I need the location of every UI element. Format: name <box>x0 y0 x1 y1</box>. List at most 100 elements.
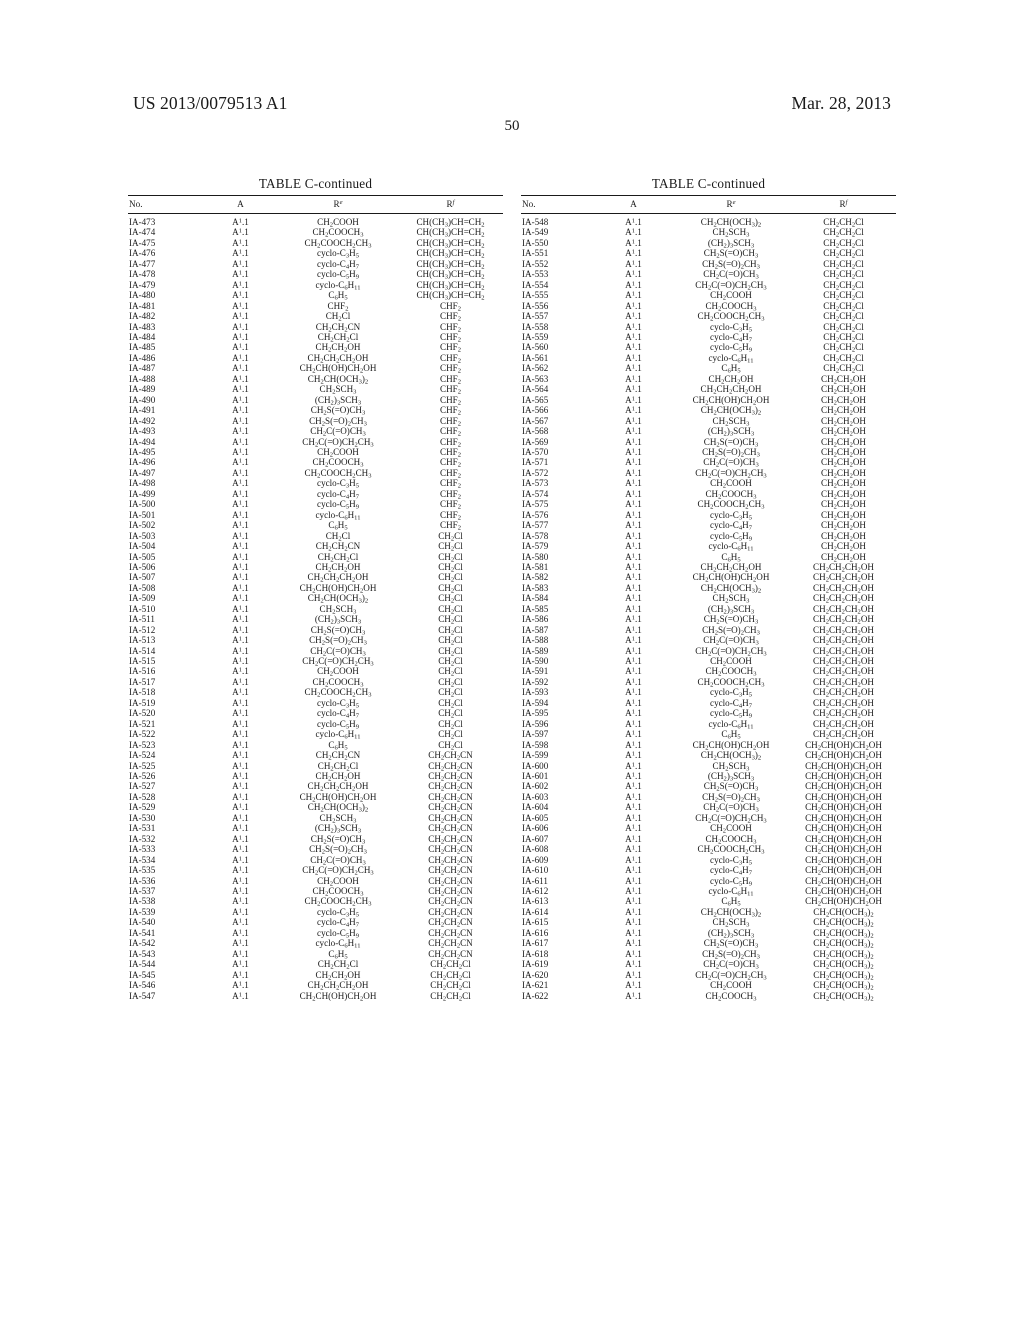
cell-re-group: CH2CH(OH)CH2OH <box>299 582 377 595</box>
cell-rf-group: CH2Cl <box>438 656 463 668</box>
table-row: IA-558 A1.1 cyclo-C3H5 CH2CH2Cl <box>521 321 896 334</box>
cell-a-group: A1.1 <box>232 729 249 740</box>
cell-re-group: CH2C(=O)CH3 <box>310 854 366 867</box>
cell-rf-group: CH2CH2CN <box>428 896 473 909</box>
cell-compound-no: IA-564 <box>522 384 549 395</box>
cell-re-group: CH2C(=O)CH2CH3 <box>695 279 767 292</box>
cell-rf-group: CHF2 <box>440 342 461 355</box>
cell-a-group: A1.1 <box>625 488 642 499</box>
cell-a-group: A1.1 <box>625 561 642 572</box>
cell-rf-group: CH(CH3)CH=CH2 <box>416 258 485 271</box>
header-row: No. A Re Rf <box>128 195 503 214</box>
cell-re-group: CH2C(=O)CH2CH3 <box>695 812 767 825</box>
cell-re-group: cyclo-C6H11 <box>315 938 361 950</box>
cell-re-group: CH2CH(OH)CH2OH <box>299 791 377 804</box>
cell-compound-no: IA-607 <box>522 833 549 844</box>
cell-a-group: A1.1 <box>232 875 249 886</box>
cell-compound-no: IA-487 <box>129 363 156 374</box>
page-number: 50 <box>504 118 520 134</box>
table-c-right: No. A Re Rf IA-548 A1.1 CH2CH(OCH3)2 CH2CH2… <box>521 195 896 1002</box>
cell-rf-group: CH2CH2CH2OH <box>813 624 874 637</box>
cell-re-group: C6H5 <box>328 290 348 302</box>
cell-compound-no: IA-549 <box>522 227 549 238</box>
cell-re-group: CH2COOH <box>710 980 752 992</box>
cell-compound-no: IA-584 <box>522 593 549 604</box>
col-header-a: A <box>596 195 671 214</box>
cell-rf-group: CH2CH2CN <box>428 750 473 762</box>
cell-a-group: A1.1 <box>625 279 642 290</box>
cell-rf-group: CH2CH2CN <box>428 917 473 929</box>
cell-a-group: A1.1 <box>232 771 249 782</box>
cell-compound-no: IA-513 <box>129 635 156 646</box>
cell-compound-no: IA-587 <box>522 624 549 635</box>
table-row: IA-552 A1.1 CH2S(=O)2CH3 CH2CH2Cl <box>521 259 896 270</box>
cell-compound-no: IA-475 <box>129 237 156 248</box>
table-row: IA-568 A1.1 (CH2)3SCH3 CH2CH2OH <box>521 426 896 438</box>
cell-compound-no: IA-591 <box>522 666 549 677</box>
cell-a-group: A1.1 <box>625 823 642 834</box>
table-body-right: IA-548 A1.1 CH2CH(OCH3)2 CH2CH2Cl IA-549 A1.1… <box>521 214 896 1002</box>
cell-re-group: CH2CH(OCH3)2 <box>700 217 762 229</box>
table-row: IA-538 A1.1 CH2COOCH2CH3 CH2CH2CN <box>128 896 503 909</box>
table-row: IA-583 A1.1 CH2CH(OCH3)2 CH2CH2CH2OH <box>521 583 896 594</box>
cell-a-group: A1.1 <box>625 854 642 865</box>
table-row: IA-474 A1.1 CH2COOCH3 CH(CH3)CH=CH2 <box>128 227 503 238</box>
cell-a-group: A1.1 <box>232 906 249 917</box>
cell-compound-no: IA-473 <box>129 217 156 227</box>
cell-re-group: CH2COOCH2CH3 <box>697 676 765 689</box>
cell-a-group: A1.1 <box>232 844 249 855</box>
cell-rf-group: CH2CH2Cl <box>823 227 864 240</box>
table-row: IA-622 A1.1 CH2COOCH3 CH2CH(OCH3)2 <box>521 991 896 1002</box>
cell-rf-group: CH2CH2CN <box>428 875 473 888</box>
cell-re-group: CH2COOCH2CH3 <box>304 687 372 700</box>
cell-compound-no: IA-600 <box>522 760 549 771</box>
cell-re-group: CH2CH2OH <box>315 342 361 355</box>
cell-rf-group: CH2CH(OH)CH2OH <box>805 823 882 835</box>
cell-re-group: CH2CH2Cl <box>317 760 359 773</box>
table-row: IA-563 A1.1 CH2CH2OH CH2CH2OH <box>521 374 896 385</box>
table-row: IA-606 A1.1 CH2COOH CH2CH(OH)CH2OH <box>521 823 896 835</box>
cell-compound-no: IA-548 <box>522 217 549 227</box>
cell-a-group: A1.1 <box>625 760 642 771</box>
cell-compound-no: IA-556 <box>522 300 549 311</box>
header-row: No. A Re Rf <box>521 195 896 214</box>
publication-number: US 2013/0079513 A1 <box>133 93 288 113</box>
cell-compound-no: IA-530 <box>129 812 156 823</box>
cell-a-group: A1.1 <box>625 917 642 928</box>
cell-re-group: CH2C(=O)CH2CH3 <box>695 969 767 982</box>
cell-a-group: A1.1 <box>625 938 642 949</box>
cell-compound-no: IA-533 <box>129 844 156 855</box>
cell-re-group: CH2COOH <box>317 666 359 679</box>
cell-re-group: CH2COOCH2CH3 <box>304 467 372 480</box>
table-row: IA-486 A1.1 CH2CH2CH2OH CHF2 <box>128 352 503 364</box>
table-row: IA-586 A1.1 CH2S(=O)CH3 CH2CH2CH2OH <box>521 614 896 625</box>
cell-a-group: A1.1 <box>625 802 642 813</box>
cell-rf-group: CH2CH(OH)CH2OH <box>805 896 882 909</box>
cell-rf-group: CHF2 <box>440 384 461 396</box>
cell-re-group: cyclo-C3H5 <box>710 854 752 867</box>
cell-a-group: A1.1 <box>232 352 249 363</box>
table-row: IA-615 A1.1 CH2SCH3 CH2CH(OCH3)2 <box>521 917 896 928</box>
cell-a-group: A1.1 <box>232 436 249 447</box>
table-row: IA-484 A1.1 CH2CH2Cl CHF2 <box>128 332 503 343</box>
cell-rf-group: CH2CH2OH <box>821 520 866 532</box>
cell-re-group: (CH2)3SCH3 <box>707 426 755 438</box>
cell-compound-no: IA-529 <box>129 802 156 813</box>
cell-compound-no: IA-545 <box>129 969 156 980</box>
cell-compound-no: IA-618 <box>522 948 549 959</box>
cell-re-group: CH2C(=O)CH2CH3 <box>695 645 767 658</box>
table-row: IA-605 A1.1 CH2C(=O)CH2CH3 CH2CH(OH)CH2OH <box>521 812 896 825</box>
cell-compound-no: IA-489 <box>129 384 156 395</box>
cell-compound-no: IA-539 <box>129 906 156 917</box>
cell-a-group: A1.1 <box>232 812 249 823</box>
cell-rf-group: CH2CH2Cl <box>823 321 864 334</box>
cell-compound-no: IA-597 <box>522 729 549 740</box>
cell-rf-group: CHF2 <box>440 499 461 511</box>
table-row: IA-616 A1.1 (CH2)3SCH3 CH2CH(OCH3)2 <box>521 928 896 939</box>
cell-a-group: A1.1 <box>625 708 642 719</box>
cell-re-group: CH2COOH <box>317 446 359 459</box>
cell-a-group: A1.1 <box>625 980 642 991</box>
cell-rf-group: CH2CH2OH <box>821 457 866 470</box>
cell-rf-group: CH2CH2CN <box>428 812 473 825</box>
cell-rf-group: CHF2 <box>440 509 461 522</box>
